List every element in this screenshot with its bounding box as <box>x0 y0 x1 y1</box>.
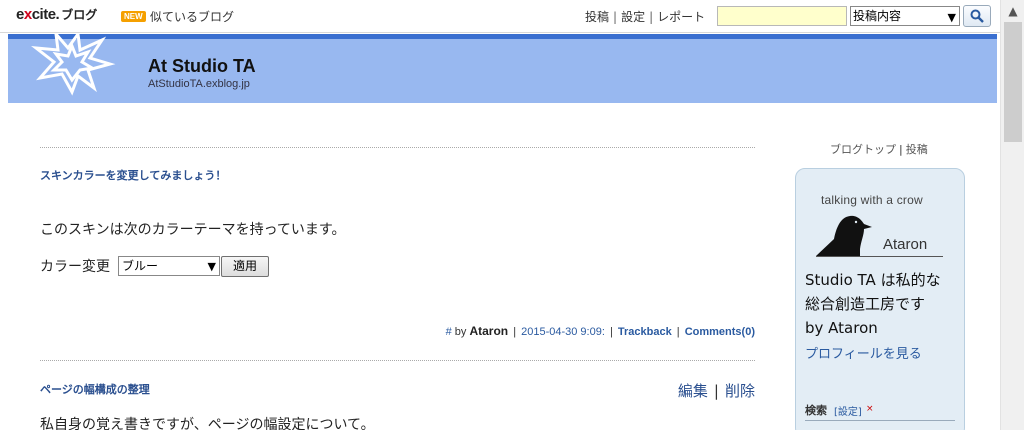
separator: | <box>609 326 613 338</box>
profile-image-tagline: talking with a crow <box>821 193 923 207</box>
separator: | <box>676 326 680 338</box>
author-name: Ataron <box>469 324 509 338</box>
separator: | <box>713 382 719 400</box>
crow-silhouette-icon <box>816 215 872 256</box>
post-divider <box>40 147 755 148</box>
post-body-text: このスキンは次のカラーテーマを持っています。 <box>40 222 346 238</box>
post-title[interactable]: ページの幅構成の整理 <box>40 381 150 397</box>
blog-logo-text: ブログ <box>61 8 98 22</box>
trackback-link[interactable]: Trackback <box>618 326 672 338</box>
delete-link[interactable]: 削除 <box>725 382 755 400</box>
post-link[interactable]: 投稿 <box>585 10 609 24</box>
blog-url: AtStudioTA.exblog.jp <box>148 78 250 90</box>
sidebar-search-label: 検索 <box>805 404 827 417</box>
search-scope-value: 投稿内容 <box>853 9 902 23</box>
separator: | <box>513 326 517 338</box>
apply-button[interactable]: 適用 <box>221 256 269 277</box>
post-title[interactable]: スキンカラーを変更してみましょう！ <box>40 167 226 183</box>
sidebar-links: ブログトップ | 投稿 <box>830 141 928 157</box>
search-settings-link[interactable]: [設定] <box>834 403 862 418</box>
post-edit-links: 編集 | 削除 <box>678 380 755 401</box>
close-icon[interactable]: × <box>866 404 874 414</box>
separator: | <box>649 10 654 24</box>
vertical-scrollbar[interactable]: ▲ <box>1000 0 1024 430</box>
excite-top-bar: excite. ブログ NEW 似ているブログ 投稿 | 設定 | レポート 投稿内容 … <box>0 0 1000 33</box>
search-icon <box>970 9 984 23</box>
excite-logo-text: excite. <box>16 6 60 23</box>
profile-image-name: Ataron <box>883 236 928 253</box>
chevron-down-icon: ▼ <box>207 260 216 273</box>
color-change-label: カラー変更 <box>40 259 110 275</box>
edit-link[interactable]: 編集 <box>678 382 708 400</box>
chevron-down-icon: ▼ <box>947 11 956 24</box>
profile-line: by Ataron <box>805 319 878 337</box>
scroll-up-arrow-icon[interactable]: ▲ <box>1001 0 1024 22</box>
profile-line: 総合創造工房です <box>805 295 926 313</box>
excite-blog-logo[interactable]: excite. ブログ <box>16 6 97 26</box>
by-label: by <box>454 326 467 338</box>
search-scope-select[interactable]: 投稿内容 ▼ <box>850 6 960 26</box>
post-divider <box>40 360 755 361</box>
new-badge: NEW <box>121 11 146 22</box>
settings-link[interactable]: 設定 <box>621 10 645 24</box>
separator: | <box>899 143 903 156</box>
sidebar-divider <box>805 420 955 421</box>
blog-top-link[interactable]: ブログトップ <box>830 143 896 156</box>
top-links: 投稿 | 設定 | レポート <box>585 8 705 25</box>
separator: | <box>613 10 618 24</box>
color-theme-value: ブルー <box>122 259 159 273</box>
view-profile-link[interactable]: プロフィールを見る <box>805 343 922 362</box>
post-body-text: 私自身の覚え書きですが、ページの幅設定について。 <box>40 417 375 430</box>
post-date: 2015-04-30 9:09: <box>521 326 605 338</box>
sidebar-post-link[interactable]: 投稿 <box>906 143 928 156</box>
profile-description: Studio TA は私的な 総合創造工房です by Ataron <box>805 268 961 340</box>
blog-search-input[interactable] <box>717 6 847 26</box>
permalink-link[interactable]: # <box>446 326 452 338</box>
report-link[interactable]: レポート <box>657 10 705 24</box>
blog-title[interactable]: At Studio TA <box>148 56 256 77</box>
starburst-logo-icon <box>31 34 116 96</box>
comments-link[interactable]: Comments(0) <box>685 326 755 338</box>
color-theme-select[interactable]: ブルー ▼ <box>118 256 220 276</box>
search-button[interactable] <box>963 5 991 27</box>
similar-blogs-link[interactable]: 似ているブログ <box>150 8 234 25</box>
profile-image-rule <box>816 256 943 257</box>
scroll-thumb[interactable] <box>1004 22 1022 142</box>
profile-line: Studio TA は私的な <box>805 271 941 289</box>
post-meta: # by Ataron | 2015-04-30 9:09: | Trackba… <box>446 324 755 338</box>
